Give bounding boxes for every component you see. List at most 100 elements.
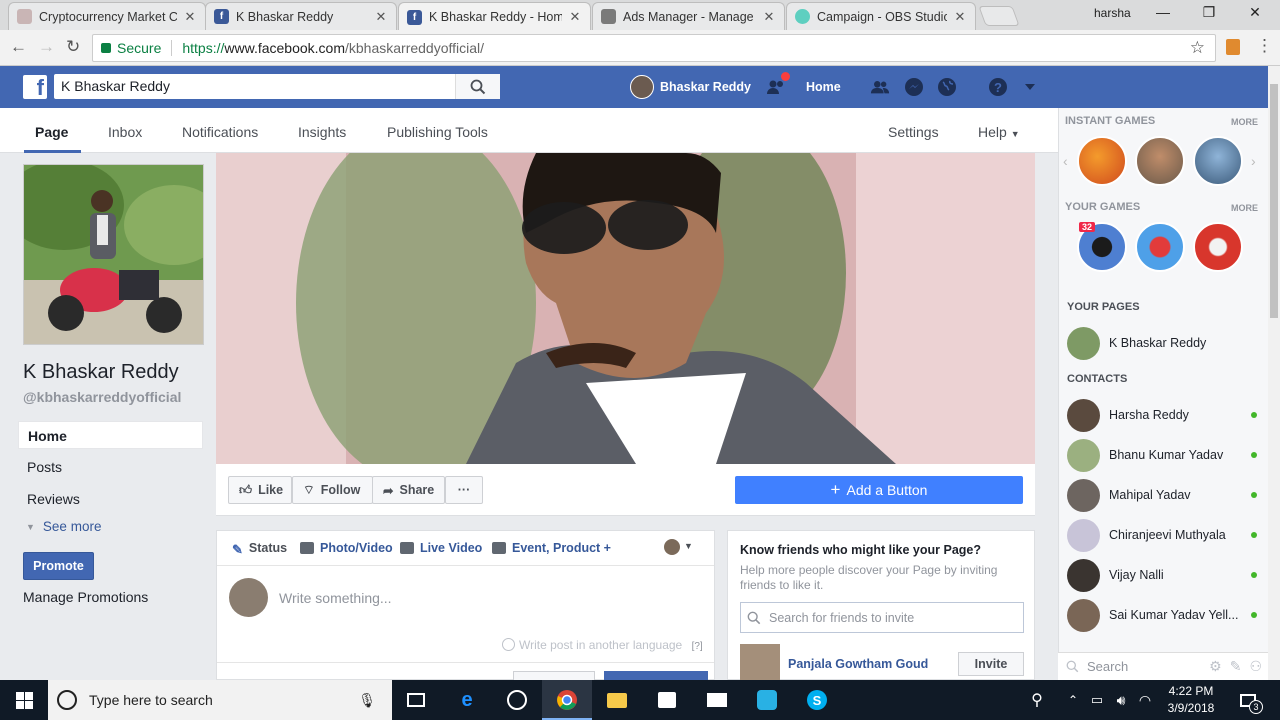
- close-tab-icon[interactable]: ✕: [762, 9, 776, 25]
- battery-icon[interactable]: ▭: [1085, 688, 1109, 712]
- share-button[interactable]: ➦ Share: [372, 476, 445, 504]
- contact-item[interactable]: Harsha Reddy: [1067, 397, 1263, 433]
- your-games-more-link[interactable]: MORE: [1231, 203, 1258, 213]
- task-view-icon[interactable]: [404, 688, 428, 712]
- your-page-item[interactable]: K Bhaskar Reddy: [1067, 325, 1263, 361]
- account-dropdown-icon[interactable]: [1020, 78, 1040, 96]
- add-a-button-cta[interactable]: + Add a Button: [735, 476, 1023, 504]
- composer-tab-photo-video[interactable]: Photo/Video: [300, 541, 393, 555]
- tab-notifications[interactable]: Notifications: [182, 124, 258, 140]
- scrollbar-thumb[interactable]: [1270, 84, 1278, 318]
- microphone-icon[interactable]: 🎙︎: [358, 692, 376, 709]
- chrome-icon[interactable]: [555, 688, 579, 712]
- instant-game-icon[interactable]: [1193, 136, 1243, 186]
- user-avatar[interactable]: [630, 75, 654, 99]
- extension-icon[interactable]: [1226, 39, 1240, 55]
- page-profile-picture[interactable]: [23, 164, 204, 345]
- left-nav-home[interactable]: Home: [18, 421, 203, 449]
- help-mark[interactable]: [?]: [692, 641, 703, 652]
- skype-icon[interactable]: S: [805, 688, 829, 712]
- contact-item[interactable]: Sai Kumar Yadav Yell...: [1067, 597, 1263, 633]
- group-chat-icon[interactable]: ⚇: [1249, 658, 1262, 675]
- see-more-link[interactable]: ▼ See more: [26, 519, 101, 534]
- instant-game-icon[interactable]: [1135, 136, 1185, 186]
- post-as-avatar[interactable]: [664, 539, 680, 555]
- tab-page[interactable]: Page: [35, 124, 68, 140]
- restore-icon[interactable]: ❐: [1194, 4, 1224, 24]
- bookmark-star-icon[interactable]: ☆: [1190, 38, 1205, 58]
- page-scrollbar[interactable]: [1268, 66, 1280, 680]
- write-something-input[interactable]: Write something...: [279, 590, 392, 606]
- chevron-right-icon[interactable]: ›: [1251, 153, 1256, 169]
- skype-for-business-icon[interactable]: [755, 688, 779, 712]
- post-another-language-link[interactable]: Write post in another language [?]: [502, 638, 703, 652]
- promote-button[interactable]: Promote: [23, 552, 94, 580]
- instant-game-icon[interactable]: [1077, 136, 1127, 186]
- compose-icon[interactable]: ✎: [1230, 658, 1242, 675]
- page-username[interactable]: @kbhaskarreddyofficial: [23, 389, 181, 405]
- browser-tab[interactable]: Campaign - OBS Studio ( ✕: [786, 2, 976, 30]
- page-title[interactable]: K Bhaskar Reddy: [23, 361, 179, 384]
- forward-icon[interactable]: →: [38, 37, 55, 57]
- left-nav-reviews[interactable]: Reviews: [18, 485, 203, 513]
- secure-indicator[interactable]: Secure: [93, 40, 161, 56]
- invite-button[interactable]: Invite: [958, 651, 1024, 676]
- tab-help[interactable]: Help ▼: [978, 124, 1020, 140]
- chevron-left-icon[interactable]: ‹: [1063, 153, 1068, 169]
- chrome-profile-name[interactable]: harsha: [1094, 6, 1131, 20]
- browser-tab[interactable]: Cryptocurrency Market C ✕: [8, 2, 206, 30]
- taskbar-search-box[interactable]: Type here to search 🎙︎: [48, 680, 392, 720]
- tab-inbox[interactable]: Inbox: [108, 124, 142, 140]
- back-icon[interactable]: ←: [10, 37, 27, 57]
- wifi-icon[interactable]: ◠: [1133, 688, 1157, 712]
- taskbar-clock[interactable]: 4:22 PM 3/9/2018: [1166, 683, 1216, 717]
- new-tab-button[interactable]: [978, 6, 1020, 26]
- url-text[interactable]: https://www.facebook.com/kbhaskarreddyof…: [172, 40, 484, 56]
- follow-button[interactable]: ⌔ Follow: [292, 476, 373, 504]
- profile-link[interactable]: Bhaskar Reddy: [660, 80, 751, 94]
- volume-icon[interactable]: 🔊︎: [1109, 688, 1133, 712]
- browser-tab[interactable]: f K Bhaskar Reddy ✕: [205, 2, 397, 30]
- candy-crush-game-icon[interactable]: [1135, 222, 1185, 272]
- people-icon[interactable]: ⚲: [1025, 688, 1049, 712]
- more-options-button[interactable]: ···: [445, 476, 483, 504]
- edge-browser-icon[interactable]: e: [455, 688, 479, 712]
- cover-photo[interactable]: [216, 153, 1035, 464]
- search-button[interactable]: [455, 74, 500, 99]
- menu-kebab-icon[interactable]: ⋮: [1256, 36, 1273, 56]
- windows-start-icon[interactable]: [0, 680, 48, 720]
- contact-item[interactable]: Vijay Nalli: [1067, 557, 1263, 593]
- help-question-icon[interactable]: ?: [988, 78, 1008, 96]
- close-window-icon[interactable]: ✕: [1240, 4, 1270, 24]
- contact-item[interactable]: Chiranjeevi Muthyala: [1067, 517, 1263, 553]
- close-tab-icon[interactable]: ✕: [953, 9, 967, 25]
- chevron-down-icon[interactable]: ▼: [684, 541, 693, 551]
- manage-promotions-link[interactable]: Manage Promotions: [23, 589, 148, 605]
- reload-icon[interactable]: ↻: [66, 37, 80, 57]
- gear-icon[interactable]: ⚙: [1209, 658, 1222, 675]
- composer-tab-live-video[interactable]: Live Video: [400, 541, 482, 555]
- friend-requests-icon[interactable]: [870, 78, 890, 96]
- left-nav-posts[interactable]: Posts: [18, 453, 203, 481]
- home-link[interactable]: Home: [806, 80, 841, 94]
- friend-name-link[interactable]: Panjala Gowtham Goud: [788, 657, 958, 671]
- composer-tab-event-product[interactable]: Event, Product +: [492, 541, 611, 555]
- instant-games-more-link[interactable]: MORE: [1231, 117, 1258, 127]
- facebook-logo-icon[interactable]: f: [23, 75, 47, 100]
- close-tab-icon[interactable]: ✕: [374, 9, 388, 25]
- contact-item[interactable]: Mahipal Yadav: [1067, 477, 1263, 513]
- browser-tab[interactable]: Ads Manager - Manage A ✕: [592, 2, 785, 30]
- invite-search-input[interactable]: Search for friends to invite: [740, 602, 1024, 633]
- close-tab-icon[interactable]: ✕: [183, 9, 197, 25]
- facebook-search-input[interactable]: K Bhaskar Reddy: [54, 74, 500, 99]
- tab-settings[interactable]: Settings: [888, 124, 939, 140]
- store-icon[interactable]: [655, 688, 679, 712]
- groove-music-icon[interactable]: [505, 688, 529, 712]
- messenger-icon[interactable]: [904, 78, 924, 96]
- chat-search-bar[interactable]: Search ⚙ ✎ ⚇: [1058, 652, 1268, 680]
- composer-tab-status[interactable]: ✎ Status: [232, 541, 287, 557]
- minimize-icon[interactable]: —: [1148, 4, 1178, 24]
- like-button[interactable]: 👍︎ Like: [228, 476, 292, 504]
- contact-item[interactable]: Bhanu Kumar Yadav: [1067, 437, 1263, 473]
- tab-insights[interactable]: Insights: [298, 124, 346, 140]
